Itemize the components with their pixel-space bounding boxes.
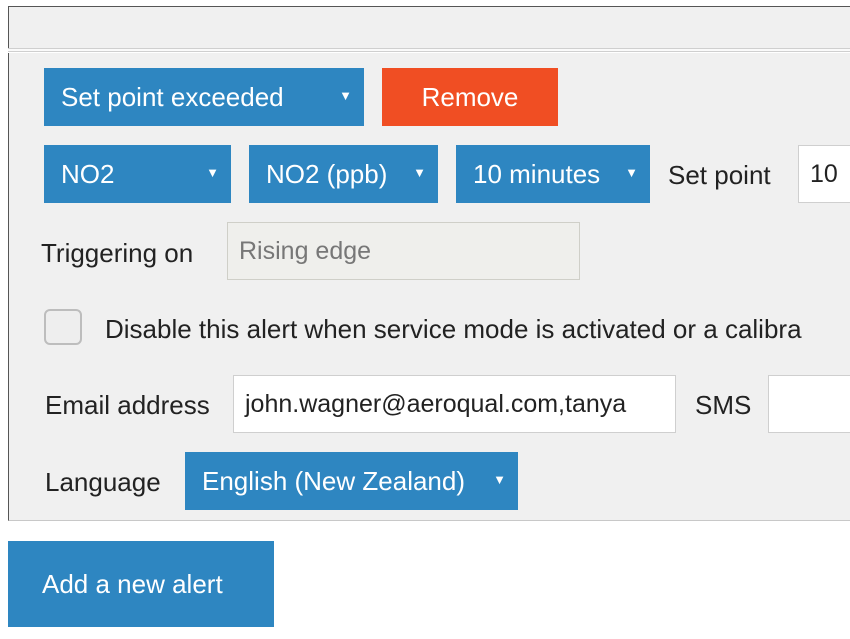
setpoint-input[interactable]: 10: [798, 145, 850, 203]
interval-select[interactable]: 10 minutes ▼: [456, 145, 650, 203]
caret-down-icon: ▼: [339, 88, 352, 103]
email-label: Email address: [45, 390, 210, 420]
setpoint-label: Set point: [668, 160, 771, 190]
triggering-label: Triggering on: [41, 238, 194, 268]
sensor-select[interactable]: NO2 ▼: [44, 145, 231, 203]
disable-alert-checkbox[interactable]: [44, 309, 82, 345]
caret-down-icon: ▼: [625, 165, 638, 180]
language-select-value: English (New Zealand): [202, 466, 466, 496]
language-label: Language: [45, 467, 161, 497]
caret-down-icon: ▼: [206, 165, 219, 180]
caret-down-icon: ▼: [413, 165, 426, 180]
condition-select[interactable]: Set point exceeded ▼: [44, 68, 364, 126]
remove-button[interactable]: Remove: [382, 68, 558, 126]
unit-select-value: NO2 (ppb): [266, 159, 388, 189]
sensor-select-value: NO2: [61, 159, 115, 189]
sms-input[interactable]: [768, 375, 850, 433]
alert-editor: Set point exceeded ▼ Remove NO2 ▼ NO2 (p…: [0, 0, 850, 639]
header-bar: [8, 6, 850, 48]
header-divider: [8, 48, 850, 52]
caret-down-icon: ▼: [493, 472, 506, 487]
triggering-field: Rising edge: [227, 222, 580, 280]
interval-select-value: 10 minutes: [473, 159, 601, 189]
disable-alert-label: Disable this alert when service mode is …: [105, 314, 802, 344]
sms-label: SMS: [695, 390, 752, 420]
language-select[interactable]: English (New Zealand) ▼: [185, 452, 518, 510]
email-input[interactable]: john.wagner@aeroqual.com,tanya: [233, 375, 676, 433]
condition-select-value: Set point exceeded: [61, 82, 284, 112]
unit-select[interactable]: NO2 (ppb) ▼: [249, 145, 438, 203]
add-alert-button[interactable]: Add a new alert: [8, 541, 274, 627]
